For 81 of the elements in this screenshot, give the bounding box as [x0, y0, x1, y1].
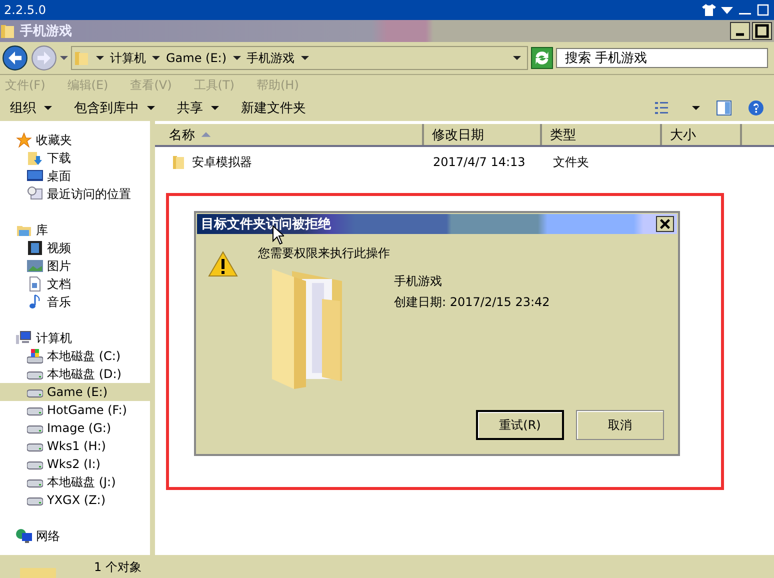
column-header[interactable]: 名称	[155, 124, 424, 145]
dropdown-icon[interactable]	[720, 4, 734, 16]
folder-icon	[74, 50, 90, 66]
dialog-button[interactable]: 取消	[576, 410, 664, 440]
maximize-button[interactable]	[752, 22, 772, 40]
sidebar-item[interactable]: 图片	[0, 257, 150, 275]
version-label: 2.2.5.0	[4, 3, 46, 17]
sidebar-item[interactable]: 计算机	[0, 329, 150, 347]
toolbar-button[interactable]: 新建文件夹	[241, 99, 306, 117]
maximize-icon	[753, 23, 771, 39]
search-field[interactable]: 搜索 手机游戏	[556, 48, 768, 68]
breadcrumb-item[interactable]: 手机游戏	[246, 50, 295, 66]
column-header[interactable]: 大小	[662, 124, 742, 145]
status-text: 1 个对象	[94, 560, 142, 574]
view-options-icon[interactable]	[654, 100, 670, 116]
shirt-icon[interactable]	[702, 4, 716, 16]
window-title: 手机游戏	[20, 22, 72, 40]
desktop-icon	[27, 168, 43, 184]
minimize-icon	[736, 33, 744, 36]
image-icon	[27, 258, 43, 274]
dialog-message: 您需要权限来执行此操作	[258, 245, 390, 262]
folder-date: 创建日期: 2017/2/15 23:42	[394, 294, 550, 311]
system-drive-icon	[27, 348, 43, 364]
sidebar-item[interactable]: 本地磁盘 (J:)	[0, 473, 150, 491]
toolbar-button[interactable]: 组织	[10, 99, 52, 117]
network-icon	[16, 528, 32, 544]
address-bar[interactable]: 计算机 Game (E:) 手机游戏	[71, 46, 528, 70]
download-folder-icon	[27, 150, 43, 166]
star-icon	[16, 132, 32, 148]
toolbar-button[interactable]: 共享	[177, 99, 219, 117]
refresh-button[interactable]	[531, 47, 553, 69]
breadcrumb-item[interactable]: Game (E:)	[166, 51, 227, 65]
sidebar-item[interactable]: 收藏夹	[0, 131, 150, 149]
back-button[interactable]	[2, 45, 28, 71]
sidebar-item[interactable]: Wks1 (H:)	[0, 437, 150, 455]
sidebar-item[interactable]: Game (E:)	[0, 383, 150, 401]
caret-icon	[211, 104, 219, 112]
caret-icon[interactable]	[96, 54, 104, 62]
breadcrumb-item[interactable]: 计算机	[110, 50, 146, 66]
sidebar-item[interactable]: 音乐	[0, 293, 150, 311]
file-name[interactable]: 安卓模拟器	[192, 154, 252, 170]
sidebar-item[interactable]: 网络	[0, 527, 150, 545]
recent-places-icon	[27, 186, 43, 202]
folder-icon	[18, 568, 58, 578]
minimize-button[interactable]	[730, 22, 750, 40]
caret-icon[interactable]	[152, 54, 160, 62]
sidebar-item[interactable]: 桌面	[0, 167, 150, 185]
sidebar-item[interactable]: 视频	[0, 239, 150, 257]
table-cell-text: 2017/4/7 14:13	[432, 155, 526, 169]
caret-icon[interactable]	[300, 54, 309, 62]
sidebar-item[interactable]: YXGX (Z:)	[0, 491, 150, 509]
document-icon	[27, 276, 43, 292]
dialog-button[interactable]: 重试(R)	[476, 410, 564, 440]
preview-pane-icon[interactable]	[716, 100, 732, 116]
sidebar-item[interactable]: 最近访问的位置	[0, 185, 150, 203]
sidebar-item[interactable]: 库	[0, 221, 150, 239]
folder-icon	[171, 154, 187, 170]
sidebar-item[interactable]: 本地磁盘 (C:)	[0, 347, 150, 365]
column-header[interactable]: 修改日期	[424, 124, 542, 145]
help-icon[interactable]	[748, 100, 764, 116]
sidebar-item[interactable]: Image (G:)	[0, 419, 150, 437]
film-icon	[27, 240, 43, 256]
sidebar-item[interactable]: Wks2 (I:)	[0, 455, 150, 473]
caret-icon	[44, 104, 52, 112]
sidebar-item[interactable]: 下载	[0, 149, 150, 167]
dropdown-icon[interactable]	[513, 54, 521, 62]
sidebar-item[interactable]: 本地磁盘 (D:)	[0, 365, 150, 383]
computer-icon	[16, 330, 32, 346]
sidebar-item[interactable]: 文档	[0, 275, 150, 293]
maximize-icon[interactable]	[756, 4, 770, 16]
sidebar-item[interactable]: HotGame (F:)	[0, 401, 150, 419]
folder-icon	[0, 23, 16, 39]
column-header[interactable]: 类型	[542, 124, 662, 145]
folder-name: 手机游戏	[394, 273, 443, 290]
warning-icon	[208, 251, 238, 277]
caret-icon[interactable]	[232, 54, 241, 62]
caret-icon	[147, 104, 155, 112]
toolbar-button[interactable]: 包含到库中	[74, 99, 155, 117]
table-cell-text: 文件夹	[552, 154, 589, 170]
close-button[interactable]	[656, 216, 674, 232]
caret-icon[interactable]	[692, 104, 700, 112]
